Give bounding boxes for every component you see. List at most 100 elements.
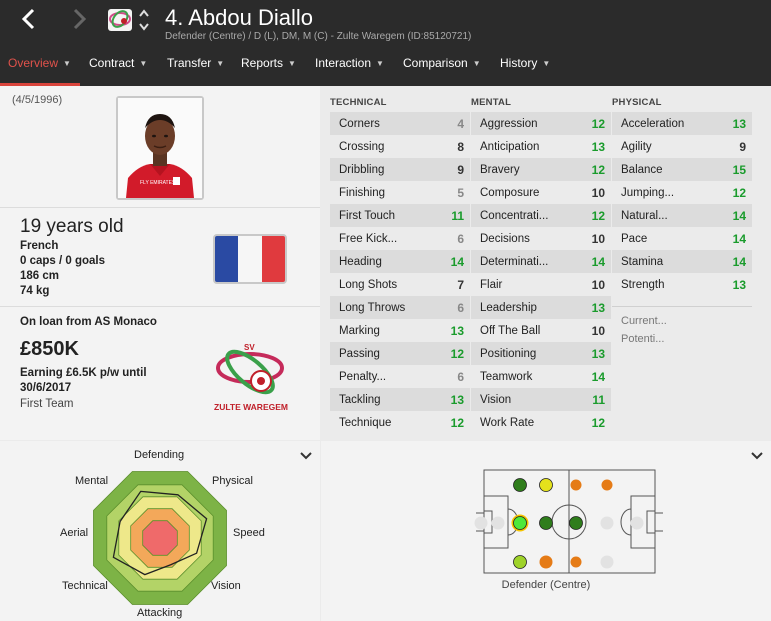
position-marker-amc — [600, 516, 614, 530]
attribute-name: Anticipation — [480, 140, 540, 153]
tab-contract[interactable]: Contract ▼ — [89, 52, 147, 86]
attribute-value: 6 — [457, 369, 464, 384]
tab-overview[interactable]: Overview ▼ — [0, 52, 80, 86]
chevron-down-icon: ▼ — [376, 59, 384, 68]
radar-label-vision: Vision — [211, 580, 241, 592]
attribute-row[interactable]: Work Rate 12 — [471, 411, 611, 434]
attribute-row[interactable]: Decisions 10 — [471, 227, 611, 250]
physical-heading: PHYSICAL — [612, 97, 662, 108]
tab-comparison[interactable]: Comparison ▼ — [403, 52, 481, 86]
chevron-down-icon: ▼ — [542, 59, 551, 68]
player-age: 19 years old — [20, 216, 124, 237]
attribute-value: 6 — [457, 300, 464, 315]
chevron-right-icon — [73, 8, 87, 30]
attribute-name: Agility — [621, 140, 652, 153]
attribute-row[interactable]: Marking 13 — [330, 319, 470, 342]
loan-status[interactable]: On loan from AS Monaco — [20, 316, 157, 328]
attribute-row[interactable]: Balance 15 — [612, 158, 752, 181]
player-switch-arrows[interactable] — [138, 7, 150, 33]
best-position: Defender (Centre) — [501, 579, 591, 591]
profile-panel: (4/5/1996) FLY EMIRATES 19 years old Fre… — [0, 86, 320, 440]
attribute-row[interactable]: Concentrati... 12 — [471, 204, 611, 227]
attribute-row[interactable]: Natural... 14 — [612, 204, 752, 227]
attribute-row[interactable]: Off The Ball 10 — [471, 319, 611, 342]
attribute-row[interactable]: Leadership 13 — [471, 296, 611, 319]
chevron-down-icon: ▼ — [288, 59, 296, 68]
position-marker-aml — [601, 479, 613, 491]
attribute-radar-chart — [93, 471, 227, 605]
player-positions-club: Defender (Centre) / D (L), DM, M (C) - Z… — [165, 31, 472, 42]
current-ability[interactable]: Current... — [612, 315, 752, 333]
potential-ability[interactable]: Potenti... — [612, 333, 752, 351]
attribute-row[interactable]: Bravery 12 — [471, 158, 611, 181]
attribute-row[interactable]: Determinati... 14 — [471, 250, 611, 273]
attribute-value: 10 — [591, 185, 605, 200]
attribute-value: 7 — [457, 277, 464, 292]
attribute-row[interactable]: Vision 11 — [471, 388, 611, 411]
attribute-row[interactable]: Finishing 5 — [330, 181, 470, 204]
attribute-value: 14 — [591, 254, 605, 269]
attribute-row[interactable]: Heading 14 — [330, 250, 470, 273]
positions-panel: Defender (Centre) — [321, 441, 771, 621]
attribute-name: Flair — [480, 278, 503, 291]
attribute-row[interactable]: Teamwork 14 — [471, 365, 611, 388]
attribute-row[interactable]: Stamina 14 — [612, 250, 752, 273]
attribute-row[interactable]: Free Kick... 6 — [330, 227, 470, 250]
mental-attributes: MENTAL Aggression 12 Anticipation 13 Bravery… — [471, 92, 611, 434]
club-badge-icon[interactable] — [105, 5, 135, 35]
attribute-row[interactable]: Agility 9 — [612, 135, 752, 158]
forward-button[interactable] — [66, 7, 90, 31]
position-marker-wbr — [539, 555, 553, 569]
attribute-row[interactable]: Anticipation 13 — [471, 135, 611, 158]
attribute-row[interactable]: Aggression 12 — [471, 112, 611, 135]
tab-transfer[interactable]: Transfer ▼ — [167, 52, 224, 86]
attribute-name: Jumping... — [621, 186, 675, 199]
attribute-name: Dribbling — [339, 163, 385, 176]
attribute-row[interactable]: Passing 12 — [330, 342, 470, 365]
attribute-name: Bravery — [480, 163, 520, 176]
radar-label-physical: Physical — [212, 475, 253, 487]
attribute-row[interactable]: Positioning 13 — [471, 342, 611, 365]
attribute-row[interactable]: Dribbling 9 — [330, 158, 470, 181]
tab-reports[interactable]: Reports ▼ — [241, 52, 296, 86]
attribute-row[interactable]: Strength 13 — [612, 273, 752, 296]
attribute-value: 13 — [591, 139, 605, 154]
attribute-name: Pace — [621, 232, 648, 245]
attribute-row[interactable]: Long Shots 7 — [330, 273, 470, 296]
attribute-row[interactable]: Tackling 13 — [330, 388, 470, 411]
attribute-name: Composure — [480, 186, 540, 199]
attribute-row[interactable]: Technique 12 — [330, 411, 470, 434]
attribute-row[interactable]: Acceleration 13 — [612, 112, 752, 135]
attribute-name: Decisions — [480, 232, 530, 245]
attribute-row[interactable]: Jumping... 12 — [612, 181, 752, 204]
chevron-down-icon: ▼ — [139, 59, 148, 68]
attribute-value: 13 — [450, 392, 464, 407]
attribute-row[interactable]: Composure 10 — [471, 181, 611, 204]
attribute-value: 10 — [591, 323, 605, 338]
nationality: French — [20, 240, 59, 252]
position-marker-dr — [513, 555, 527, 569]
attribute-name: Vision — [480, 393, 512, 406]
shirt-sponsor: FLY EMIRATES — [140, 180, 176, 186]
back-button[interactable] — [18, 7, 42, 31]
player-value: £850K — [20, 338, 79, 360]
attribute-name: Crossing — [339, 140, 385, 153]
club-logo-sv: SV — [244, 343, 255, 352]
attribute-row[interactable]: Long Throws 6 — [330, 296, 470, 319]
attribute-row[interactable]: Corners 4 — [330, 112, 470, 135]
player-name: 4. Abdou Diallo — [165, 5, 313, 30]
club-logo[interactable]: SV ZULTE WAREGEM — [210, 338, 290, 418]
attribute-value: 11 — [451, 208, 464, 223]
position-marker-mc — [569, 516, 583, 530]
attribute-row[interactable]: Penalty... 6 — [330, 365, 470, 388]
attribute-name: Concentrati... — [480, 209, 549, 222]
tab-history[interactable]: History ▼ — [500, 52, 550, 86]
tab-interaction[interactable]: Interaction ▼ — [315, 52, 384, 86]
attribute-name: Heading — [339, 255, 382, 268]
france-flag-icon[interactable] — [213, 234, 287, 284]
attribute-row[interactable]: Crossing 8 — [330, 135, 470, 158]
attribute-value: 14 — [732, 208, 746, 223]
attribute-row[interactable]: First Touch 11 — [330, 204, 470, 227]
attribute-row[interactable]: Flair 10 — [471, 273, 611, 296]
attribute-row[interactable]: Pace 14 — [612, 227, 752, 250]
